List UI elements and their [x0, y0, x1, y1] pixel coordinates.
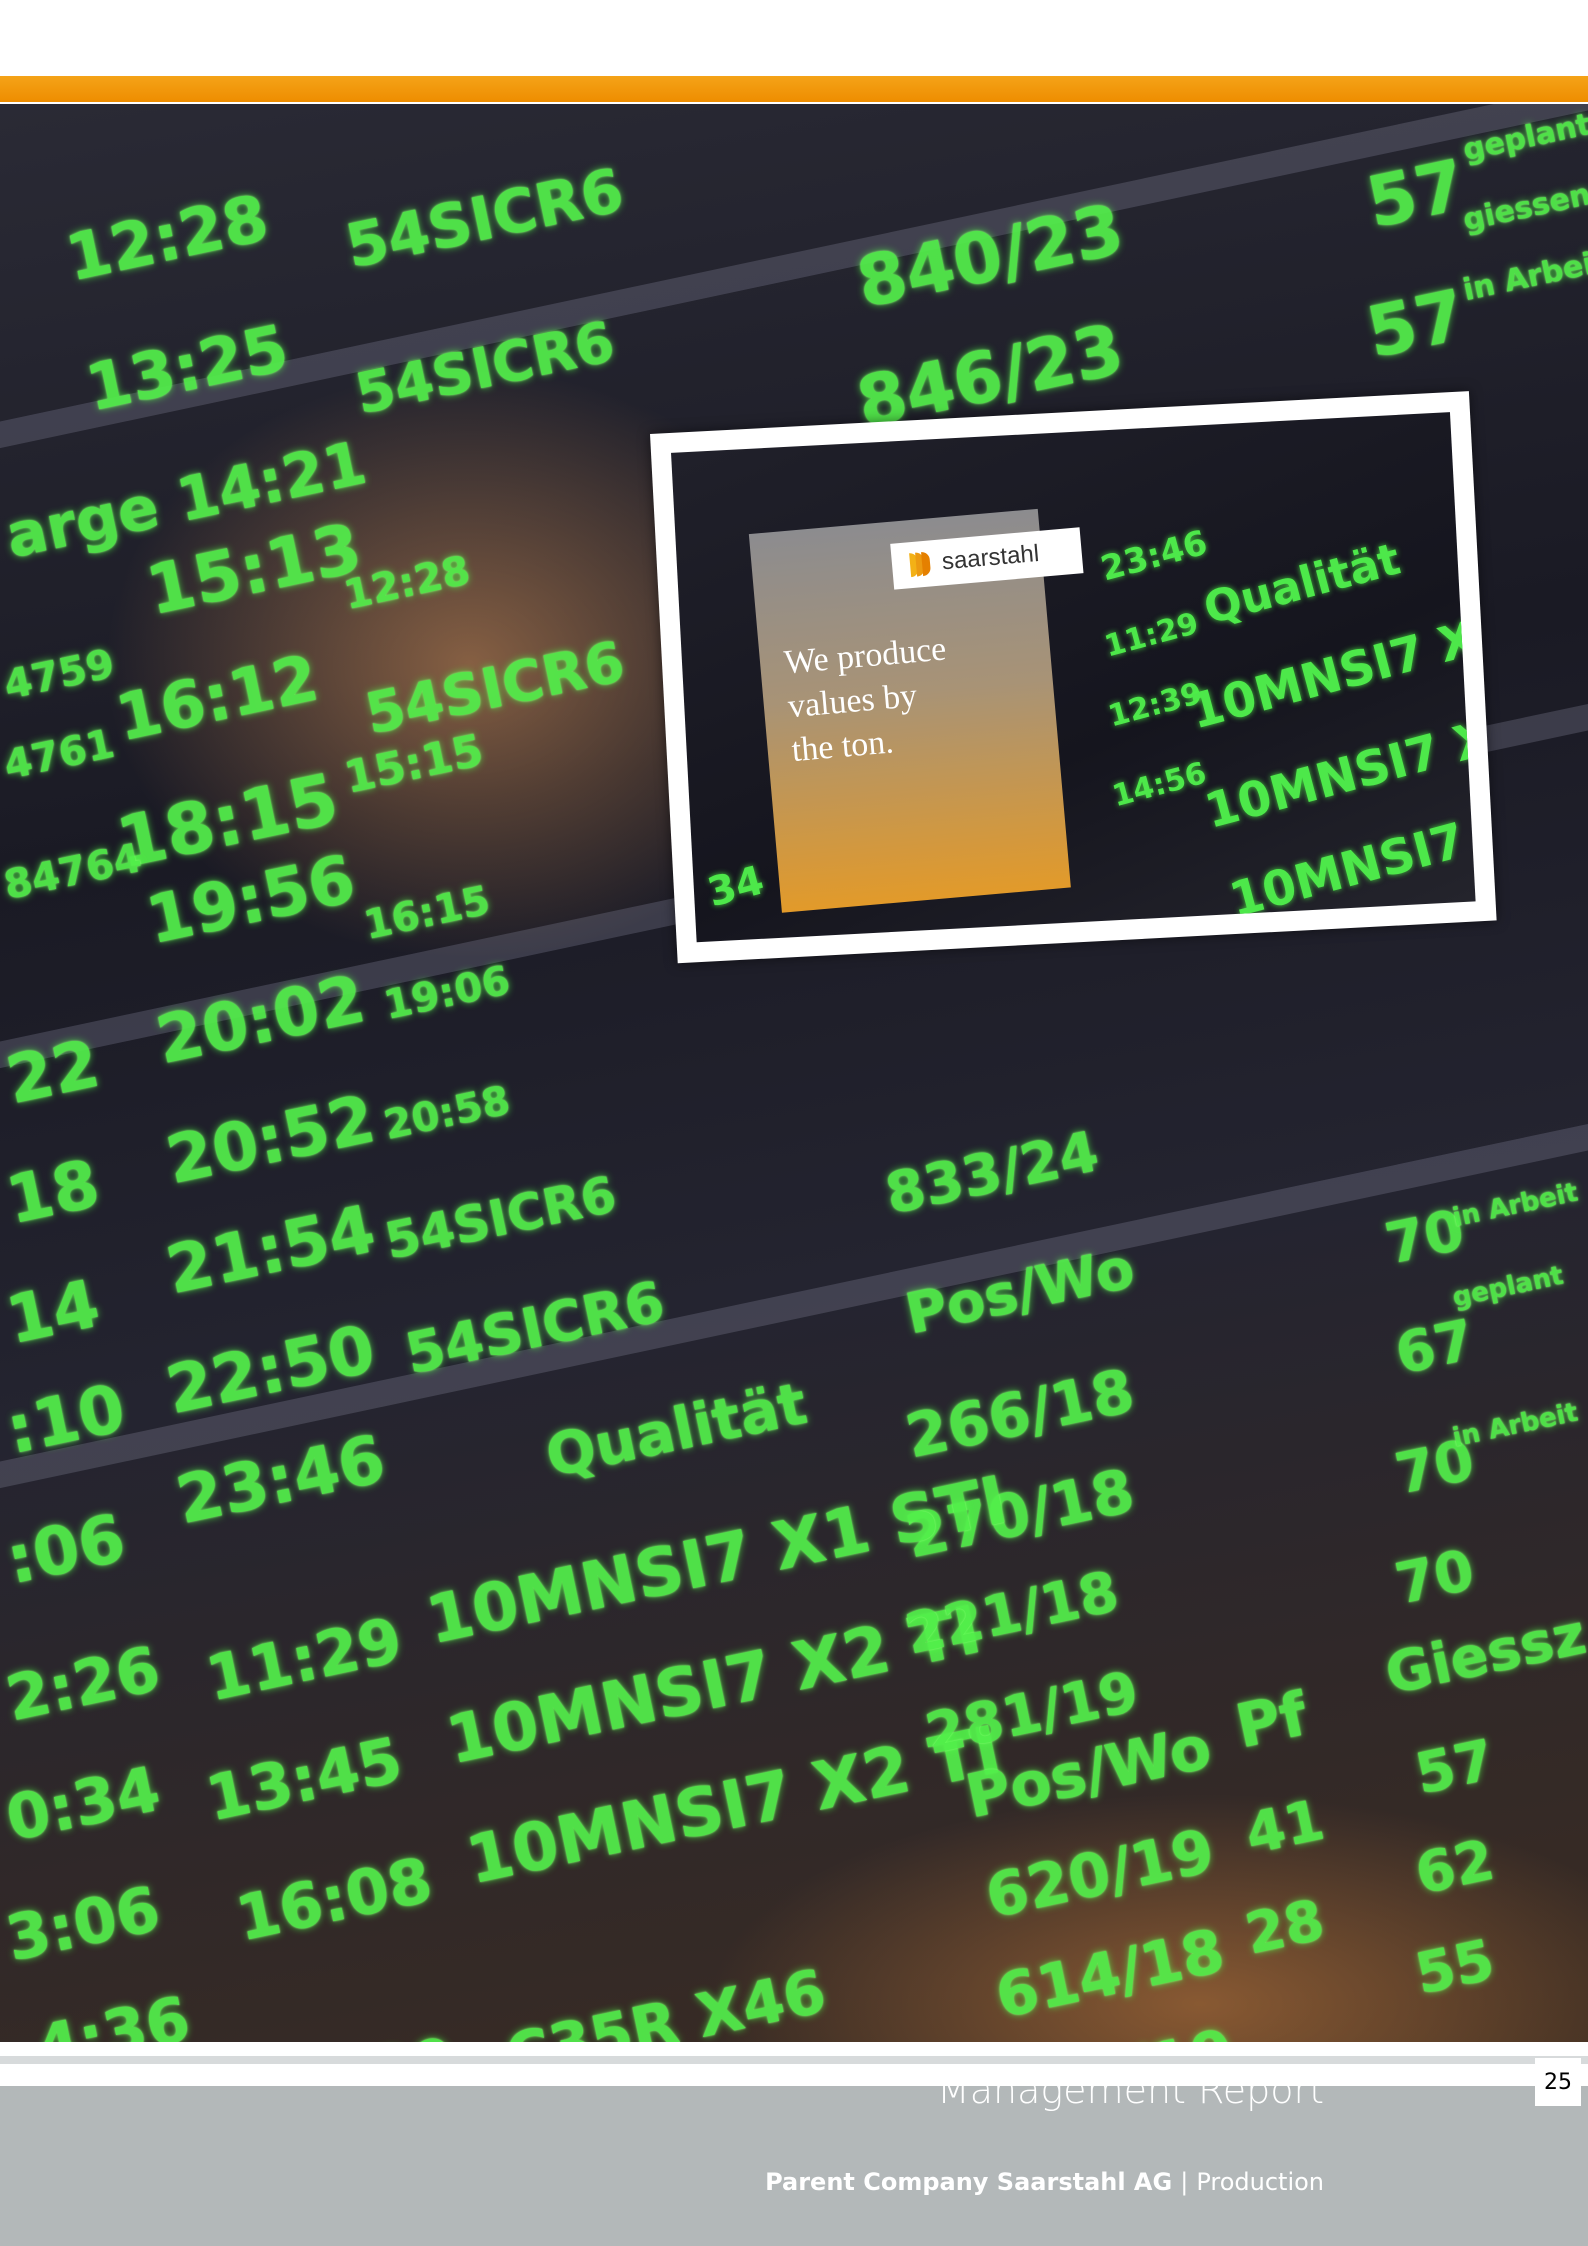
ticker-text: 620/19 — [980, 1816, 1221, 1933]
ticker-text: C35R X46 — [500, 1956, 832, 2042]
ticker-text: 14:56 — [1108, 755, 1211, 815]
ticker-text: Giessz — [1380, 1601, 1588, 1708]
ticker-text: 16:12 — [110, 641, 325, 757]
ticker-text: 833/24 — [880, 1119, 1105, 1228]
trading-screen-photo: 12:28 13:25 54SICR6 54SICR6 840/23 846/2… — [0, 104, 1588, 2042]
company-name: Parent Company Saarstahl AG — [765, 2168, 1173, 2196]
ticker-text: 614/18 — [990, 1916, 1231, 2033]
ticker-text: 41 — [1240, 1787, 1330, 1868]
ticker-text: in Arbeit — [1460, 243, 1588, 309]
page-footer — [0, 2086, 1588, 2246]
section-title: Management Report — [936, 2068, 1324, 2112]
page-number: 25 — [1535, 2058, 1581, 2106]
ticker-text: 13:25 — [80, 311, 295, 427]
ticker-text: 67 — [1390, 1307, 1480, 1388]
frame-screen: 23:46 11:29 12:39 14:56 Qualität 10MNSI7… — [671, 412, 1476, 943]
ticker-text: 54SICR6 — [380, 1165, 622, 1271]
ticker-text: 62 — [1410, 1827, 1500, 1908]
ticker-text: 57 — [1360, 143, 1473, 245]
ticker-text: 18 — [0, 1144, 106, 1240]
ticker-text: 21:54 — [160, 1190, 382, 1310]
ticker-text: 0:34 — [0, 1751, 167, 1856]
photo-frame: 23:46 11:29 12:39 14:56 Qualität 10MNSI7… — [650, 391, 1497, 964]
ticker-text: 23:46 — [1096, 522, 1212, 590]
ticker-text: Qualität — [540, 1369, 813, 1491]
ticker-text: Qualität — [1198, 533, 1406, 635]
ticker-text: 2:26 — [0, 1631, 167, 1736]
ticker-text: Pf — [1230, 1679, 1314, 1763]
ticker-text: 13:45 — [200, 1722, 409, 1836]
header-orange-bar — [0, 72, 1588, 102]
section-subtitle: Parent Company Saarstahl AG | Production — [700, 2168, 1324, 2196]
ticker-text: 16:08 — [230, 1842, 439, 1956]
ticker-text: 57 — [1360, 273, 1473, 375]
ticker-text: 4:36 — [30, 1981, 197, 2042]
ticker-text: 84764 — [0, 835, 146, 909]
ticker-text: 266/18 — [900, 1356, 1141, 1473]
ticker-text: 54SICR6 — [360, 629, 631, 748]
ticker-text: 70 — [1390, 1537, 1480, 1618]
ticker-text: 20:02 — [150, 960, 372, 1080]
ticker-text: 221/18 — [900, 1559, 1125, 1668]
ticker-text: 20:58 — [380, 1077, 515, 1149]
ticker-text: in Arbeit — [1450, 1397, 1581, 1454]
saarstahl-poster: saarstahl We produce values by the ton. — [748, 508, 1084, 913]
ticker-text: 11:29 — [200, 1602, 409, 1716]
ticker-text: 14:30 — [260, 2024, 461, 2042]
ticker-text: 12:28 — [60, 181, 275, 297]
logo-text: saarstahl — [940, 539, 1041, 576]
ticker-text: 34 — [702, 857, 769, 917]
ticker-text: 14 — [0, 1264, 106, 1360]
ticker-text: 55 — [1410, 1927, 1500, 2008]
ticker-text: geplant — [1450, 1260, 1567, 1314]
ticker-text: 28 — [1240, 1887, 1330, 1968]
ticker-text: 16:15 — [360, 877, 495, 949]
footer-divider — [0, 2056, 1588, 2064]
section-name: Production — [1196, 2168, 1324, 2196]
ticker-text: 4759 — [0, 640, 119, 709]
ticker-text: 3:06 — [0, 1871, 167, 1976]
poster-slogan: We produce values by the ton. — [782, 620, 1043, 773]
ticker-text: :06 — [0, 1499, 132, 1600]
ticker-text: 57 — [1410, 1727, 1500, 1808]
ticker-text: 4761 — [0, 720, 119, 789]
ticker-text: 11:29 — [1100, 605, 1203, 665]
ticker-text: 840/23 — [850, 188, 1131, 325]
ticker-text: giessen — [1460, 177, 1588, 239]
ticker-text: in Arbeit — [1450, 1177, 1581, 1234]
saarstahl-logo-icon — [909, 551, 935, 578]
separator: | — [1180, 2168, 1189, 2196]
ticker-text: 54SICR6 — [340, 155, 630, 283]
ticker-text: 20:52 — [160, 1080, 382, 1200]
saarstahl-logo: saarstahl — [890, 527, 1084, 590]
